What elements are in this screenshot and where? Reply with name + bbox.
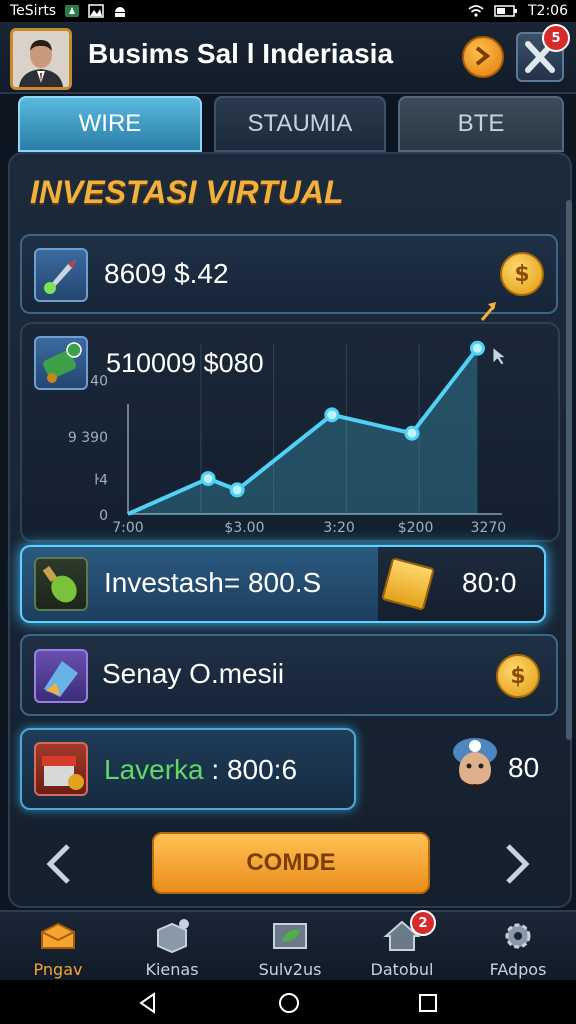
carrier-label: TeSirts <box>10 3 57 19</box>
cube-icon <box>157 919 189 954</box>
system-navigation-bar <box>0 980 576 1024</box>
laverka-label: Laverka : 800:6 <box>104 754 298 785</box>
notification-badge: 5 <box>542 24 570 52</box>
next-arrow-button[interactable] <box>500 842 532 897</box>
status-bar: TeSirts T2:06 <box>0 0 576 22</box>
laverka-side-amount: 80 <box>508 752 540 783</box>
bottom-navigation: Pngav Kienas Sulv2us 2 Datobul FAdpos <box>0 910 576 982</box>
tab-bar: WIRE STAUMIA BTE <box>0 96 576 152</box>
tools-close-button[interactable]: 5 <box>516 24 570 82</box>
leaf-card-icon <box>273 923 307 949</box>
y-tick-label: ŀ4 <box>94 473 108 489</box>
x-tick-label: 7:00 <box>112 520 143 536</box>
dollar-coin-icon: $ <box>500 252 544 296</box>
nav-item-fadpos[interactable]: FAdpos <box>470 912 566 982</box>
chevron-right-icon <box>506 844 530 884</box>
x-tick-label: $200 <box>398 520 434 536</box>
combo-button[interactable]: COMDE <box>152 832 430 894</box>
nav-label-sulv2us: Sulv2us <box>258 960 322 979</box>
bottle-icon <box>34 557 88 611</box>
gear-coin-icon: $ <box>496 654 540 698</box>
nav-label-fadpos: FAdpos <box>489 960 547 979</box>
chart-canvas: 0 ŀ4 9 390 40 7:00 $3.00 3:20 $200 3270 <box>68 340 507 536</box>
invest-label: Investash= 800.S <box>104 567 322 598</box>
cursor-icon <box>493 348 505 365</box>
section-title: INVESTASI VIRTUAL <box>30 174 344 210</box>
prev-arrow-button[interactable] <box>44 842 76 897</box>
scrollbar[interactable] <box>566 200 572 740</box>
nav-item-pngav[interactable]: Pngav <box>10 912 106 982</box>
businessman-portrait-icon <box>13 31 69 87</box>
senay-label: Senay O.mesii <box>102 658 285 689</box>
chart-point <box>404 425 420 441</box>
y-tick-label: 0 <box>99 508 108 524</box>
arrow-up-right-icon <box>480 302 496 321</box>
next-button[interactable] <box>462 36 504 78</box>
shop-icon <box>34 742 88 796</box>
home-icon[interactable] <box>278 992 300 1014</box>
chart-point <box>324 407 340 423</box>
wifi-icon <box>468 5 484 17</box>
laverka-row[interactable]: Laverka : 800:6 <box>20 728 356 810</box>
x-tick-label: 3270 <box>471 520 507 536</box>
senay-row[interactable]: Senay O.mesii $ <box>20 634 558 716</box>
rocket-icon <box>34 248 88 302</box>
nav-label-kienas: Kienas <box>145 960 199 979</box>
y-tick-label: 40 <box>90 373 108 389</box>
merchant-character-icon <box>453 738 497 789</box>
y-tick-label: 9 390 <box>68 430 108 446</box>
nav-label-datobul: Datobul <box>370 960 434 979</box>
tab-bte[interactable]: BTE <box>398 96 564 152</box>
nav-label-pngav: Pngav <box>33 960 83 979</box>
investment-chart: 510009 $080 0 ŀ4 9 390 40 7:00 $3.00 3:20 $200 3… <box>20 322 560 542</box>
nav-item-sulv2us[interactable]: Sulv2us <box>242 912 338 982</box>
x-tick-label: 3:20 <box>323 520 354 536</box>
chest-icon <box>41 922 75 949</box>
chevron-left-icon <box>46 844 70 884</box>
page-title: Busims Sal l Inderiasia <box>88 38 394 69</box>
invest-amount: 80:0 <box>462 567 517 598</box>
tab-staumia[interactable]: STAUMIA <box>214 96 386 152</box>
gear-icon <box>505 923 531 949</box>
app-notification-icon <box>65 5 80 17</box>
recents-icon[interactable] <box>418 993 438 1013</box>
x-tick-label: $3.00 <box>224 520 264 536</box>
player-avatar[interactable] <box>10 28 72 90</box>
back-icon[interactable] <box>138 992 158 1014</box>
balance-value: 8609 $.42 <box>104 258 229 289</box>
nav-notification-badge: 2 <box>410 910 436 936</box>
chart-point <box>469 340 485 356</box>
chevron-right-icon <box>475 46 491 66</box>
header-bar: Busims Sal l Inderiasia 5 <box>0 22 576 94</box>
image-notification-icon <box>88 4 104 18</box>
chart-point <box>200 471 216 487</box>
android-icon <box>115 7 126 17</box>
tab-wire[interactable]: WIRE <box>18 96 202 152</box>
building-icon <box>34 649 88 703</box>
invest-row[interactable]: Investash= 800.S 80:0 <box>20 545 546 623</box>
chart-point <box>229 482 245 498</box>
nav-item-datobul[interactable]: 2 Datobul <box>354 910 450 982</box>
battery-icon <box>494 5 517 17</box>
nav-item-kienas[interactable]: Kienas <box>124 912 220 982</box>
clock: T2:06 <box>528 3 568 19</box>
